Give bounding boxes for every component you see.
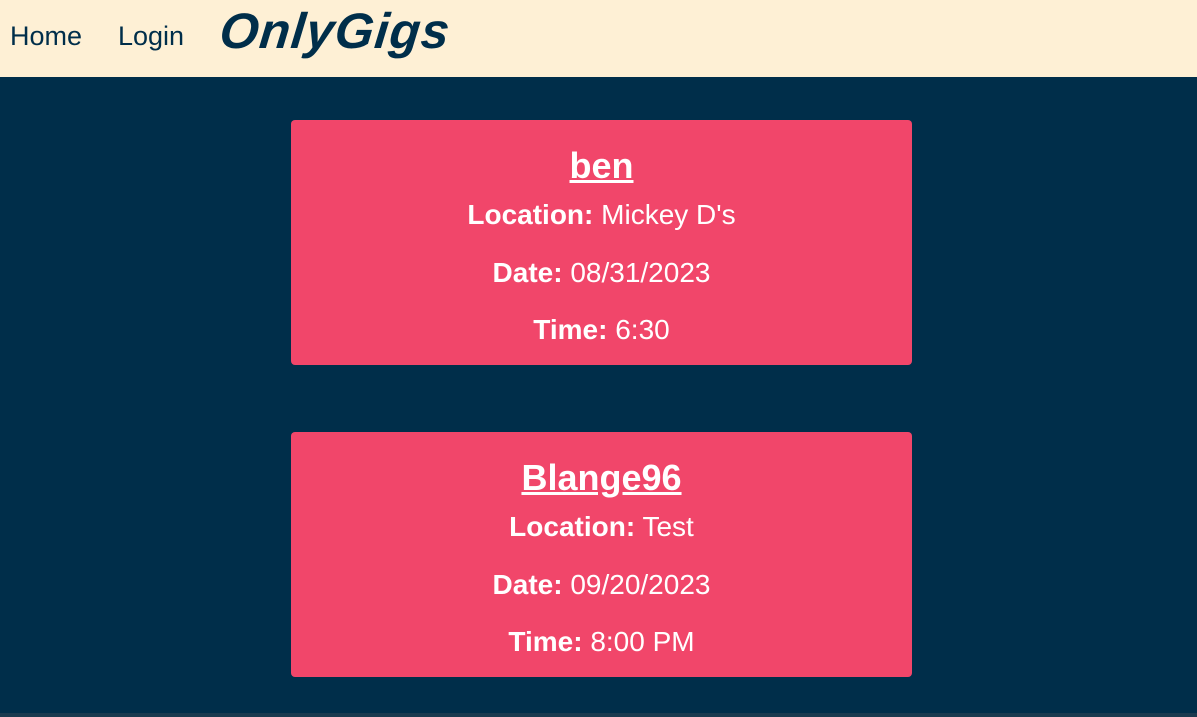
- location-value: Test: [642, 511, 694, 542]
- nav-home-link[interactable]: Home: [10, 18, 82, 54]
- gig-card: Blange96 Location: Test Date: 09/20/2023…: [291, 432, 912, 677]
- gig-username-link[interactable]: Blange96: [291, 456, 912, 500]
- date-label: Date:: [492, 569, 563, 600]
- gig-time: Time: 8:00 PM: [291, 624, 912, 660]
- date-label: Date:: [492, 257, 563, 288]
- location-label: Location:: [509, 511, 636, 542]
- gig-time: Time: 6:30: [291, 312, 912, 348]
- location-value: Mickey D's: [601, 199, 736, 230]
- page-bottom-divider: [0, 713, 1197, 717]
- time-label: Time:: [508, 626, 583, 657]
- gig-card: ben Location: Mickey D's Date: 08/31/202…: [291, 120, 912, 365]
- gig-date: Date: 09/20/2023: [291, 567, 912, 603]
- time-value: 6:30: [615, 314, 670, 345]
- location-label: Location:: [467, 199, 594, 230]
- time-label: Time:: [533, 314, 608, 345]
- nav-login-link[interactable]: Login: [118, 18, 184, 54]
- time-value: 8:00 PM: [590, 626, 695, 657]
- gig-date: Date: 08/31/2023: [291, 255, 912, 291]
- brand-logo[interactable]: OnlyGigs: [217, 0, 454, 62]
- gig-location: Location: Mickey D's: [291, 197, 912, 233]
- gig-location: Location: Test: [291, 509, 912, 545]
- gig-username-link[interactable]: ben: [291, 144, 912, 188]
- navbar: Home Login OnlyGigs: [0, 0, 1197, 77]
- date-value: 09/20/2023: [570, 569, 711, 600]
- date-value: 08/31/2023: [570, 257, 711, 288]
